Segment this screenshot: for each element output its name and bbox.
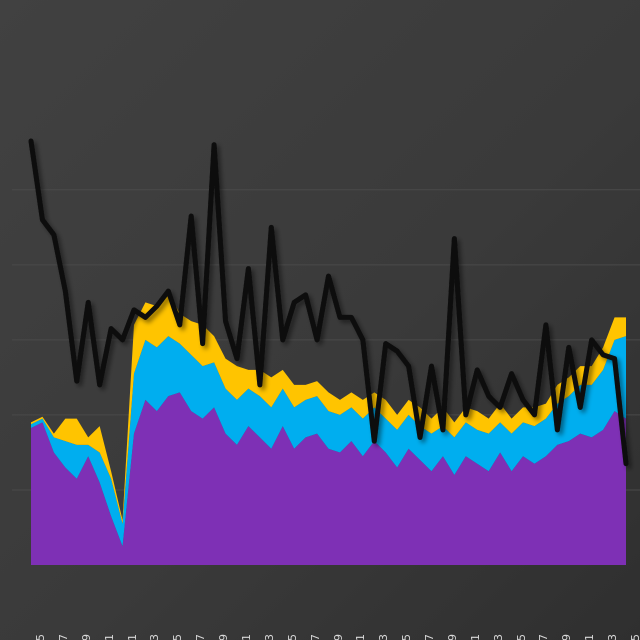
x-tick-label: 2024/27 [423, 634, 436, 640]
x-tick-label: 2024/31 [469, 634, 482, 640]
x-tick-label: 2024/29 [446, 634, 459, 640]
x-tick-label: 2024/03 [148, 634, 161, 640]
chart-screenshot: Traffic to heise.de via ... MastodonBlue… [0, 0, 640, 640]
x-tick-label: 2024/05 [171, 634, 184, 640]
x-tick-label: 2023/45 [34, 634, 47, 640]
x-axis-tick-labels: 2023/45 2023/47 2023/49 2023/51 2024/01 2024/… [0, 568, 640, 640]
x-tick-label: 2024/39 [560, 634, 573, 640]
x-tick-label: 2024/09 [217, 634, 230, 640]
x-tick-label: 2024/37 [537, 634, 550, 640]
x-tick-label: 2023/47 [57, 634, 70, 640]
x-tick-label: 2024/23 [377, 634, 390, 640]
x-tick-label: 2024/19 [332, 634, 345, 640]
x-tick-label: 2024/45 [629, 634, 640, 640]
x-tick-label: 2024/13 [263, 634, 276, 640]
stacked-area-chart-svg [0, 0, 640, 640]
x-tick-label: 2023/49 [80, 634, 93, 640]
x-tick-label: 2023/51 [103, 634, 116, 640]
x-tick-label: 2024/25 [400, 634, 413, 640]
x-tick-label: 2024/11 [240, 634, 253, 640]
x-tick-label: 2024/35 [515, 634, 528, 640]
x-tick-label: 2024/01 [126, 634, 139, 640]
x-tick-label: 2024/33 [492, 634, 505, 640]
x-tick-label: 2024/15 [286, 634, 299, 640]
x-tick-label: 2024/07 [194, 634, 207, 640]
x-tick-label: 2024/41 [583, 634, 596, 640]
x-tick-label: 2024/21 [354, 634, 367, 640]
plot-area [0, 0, 640, 640]
x-tick-label: 2024/43 [606, 634, 619, 640]
x-tick-label: 2024/17 [309, 634, 322, 640]
